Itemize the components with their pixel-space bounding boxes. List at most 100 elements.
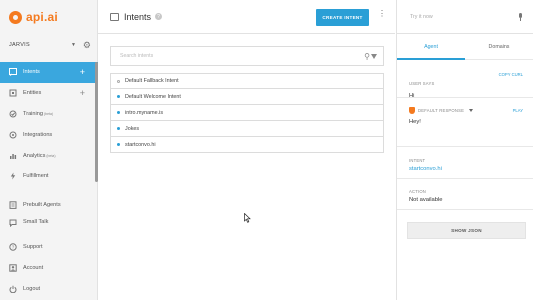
create-intent-button[interactable]: CREATE INTENT [316, 9, 369, 26]
analytics-icon [8, 151, 17, 160]
intent-name: intro.myname.is [125, 109, 164, 116]
help-icon[interactable]: ? [155, 13, 163, 20]
sidebar-item-label: Prebuilt Agents [23, 202, 61, 209]
intent-dot-icon [117, 127, 120, 130]
sidebar-item-prebuilt-agents[interactable]: Prebuilt Agents [0, 195, 98, 216]
fallback-intent-icon [117, 79, 120, 83]
intent-name: Jokes [125, 125, 140, 132]
intent-dot-icon [117, 143, 120, 146]
sidebar-item-label: Small Talk [23, 218, 49, 225]
sidebar-item-analytics[interactable]: Analytics (beta) [0, 145, 98, 166]
sidebar-item-label: Intents [23, 69, 40, 76]
user-says-section: USER SAYS COPY CURL Hi [397, 60, 533, 99]
svg-text:?: ? [11, 245, 14, 250]
beta-badge: (beta) [46, 153, 56, 158]
list-item[interactable]: Default Fallback Intent [110, 73, 384, 89]
sidebar-item-entities[interactable]: Entities + [0, 83, 98, 104]
account-icon [8, 263, 17, 272]
sidebar-item-logout[interactable]: Logout [0, 278, 98, 299]
sidebar-item-integrations[interactable]: Integrations [0, 124, 98, 145]
api-ai-logo-icon [9, 10, 22, 24]
action-value: Not available [409, 197, 443, 203]
microphone-icon[interactable] [517, 12, 523, 21]
user-says-label: USER SAYS [409, 81, 435, 86]
intent-section: INTENT startconvo.hi [397, 147, 533, 178]
entities-icon [8, 89, 17, 98]
sidebar-item-training[interactable]: Training (beta) [0, 104, 98, 125]
intents-icon [110, 12, 119, 21]
search-box[interactable]: Search intents ⚲ [110, 46, 384, 66]
default-response-value: Hey! [409, 119, 421, 125]
tab-domains[interactable]: Domains [465, 34, 533, 59]
copy-curl-link[interactable]: COPY CURL [499, 72, 523, 77]
list-item[interactable]: intro.myname.is [110, 105, 384, 121]
intent-name: Default Fallback Intent [125, 78, 179, 84]
intent-name: startconvo.hi [125, 141, 156, 148]
nav-divider [0, 187, 98, 195]
tab-agent[interactable]: Agent [397, 34, 465, 59]
show-json-button[interactable]: SHOW JSON [407, 222, 526, 239]
default-response-section: DEFAULT RESPONSE PLAY Hey! [397, 98, 533, 146]
shield-icon [409, 107, 415, 114]
action-label: ACTION [409, 189, 427, 194]
sidebar-item-label: Fulfillment [23, 173, 49, 180]
play-link[interactable]: PLAY [513, 108, 523, 113]
brand-logo[interactable]: api.ai [0, 0, 97, 34]
add-intent-icon[interactable]: + [80, 67, 85, 77]
sidebar-item-fulfillment[interactable]: Fulfillment [0, 166, 98, 187]
page-title: Intents [124, 11, 152, 22]
main-header: Intents ? CREATE INTENT ⋮ [98, 0, 395, 34]
sidebar-nav: Intents + Entities + Training (beta) Inte… [0, 62, 98, 299]
test-console-panel: Try it now Agent Domains USER SAYS COPY … [396, 0, 533, 300]
sidebar-item-label: Training [23, 110, 44, 117]
prebuilt-agents-icon [8, 201, 17, 210]
agent-name: JARVIS [9, 42, 30, 48]
agent-selector[interactable]: JARVIS ▼ ⚙ [0, 34, 97, 56]
gear-icon[interactable]: ⚙ [83, 40, 91, 51]
power-icon [8, 284, 17, 293]
sidebar-item-label: Support [23, 243, 43, 250]
training-icon [8, 109, 17, 118]
sidebar-item-label: Account [23, 264, 44, 271]
search-tools: ⚲ [364, 52, 377, 61]
add-entity-icon[interactable]: + [80, 88, 85, 98]
default-response-header: DEFAULT RESPONSE [409, 107, 521, 114]
small-talk-icon [8, 219, 17, 228]
intent-label: INTENT [409, 158, 426, 163]
sidebar-item-account[interactable]: Account [0, 257, 98, 278]
sidebar-item-label: Entities [23, 90, 42, 97]
try-it-now-bar[interactable]: Try it now [397, 0, 533, 34]
brand-name: api.ai [26, 10, 58, 24]
caret-down-icon[interactable] [469, 109, 474, 112]
sidebar-item-label: Integrations [23, 131, 53, 138]
beta-badge: (beta) [44, 111, 54, 116]
sidebar-item-label: Analytics [23, 152, 46, 159]
nav-divider [0, 230, 98, 237]
try-it-now-input[interactable]: Try it now [410, 14, 433, 20]
chevron-down-icon[interactable]: ▼ [71, 42, 76, 48]
sidebar-item-label: Logout [23, 285, 41, 292]
sidebar-item-intents[interactable]: Intents + [0, 62, 98, 83]
help-circle-icon: ? [8, 242, 17, 251]
default-response-label: DEFAULT RESPONSE [418, 108, 465, 113]
list-item[interactable]: Default Welcome Intent [110, 89, 384, 105]
lightning-icon [8, 172, 17, 181]
sidebar-scrollbar[interactable] [95, 62, 98, 182]
list-item[interactable]: startconvo.hi [110, 137, 384, 153]
filter-icon[interactable] [371, 54, 377, 59]
search-input[interactable]: Search intents [120, 53, 153, 59]
intent-name: Default Welcome Intent [125, 93, 181, 100]
intent-link[interactable]: startconvo.hi [409, 166, 521, 172]
divider [397, 209, 533, 210]
intents-list: Default Fallback Intent Default Welcome … [110, 73, 384, 153]
search-icon[interactable]: ⚲ [364, 52, 370, 61]
integrations-icon [8, 130, 17, 139]
list-item[interactable]: Jokes [110, 121, 384, 137]
sidebar-item-support[interactable]: ? Support [0, 237, 98, 258]
intent-dot-icon [117, 95, 120, 98]
mouse-cursor-icon [244, 213, 251, 223]
action-section: ACTION Not available [397, 179, 533, 209]
more-options-icon[interactable]: ⋮ [378, 10, 386, 18]
sidebar-item-small-talk[interactable]: Small Talk [0, 216, 98, 230]
sidebar: api.ai JARVIS ▼ ⚙ Intents + Entities + T… [0, 0, 98, 300]
